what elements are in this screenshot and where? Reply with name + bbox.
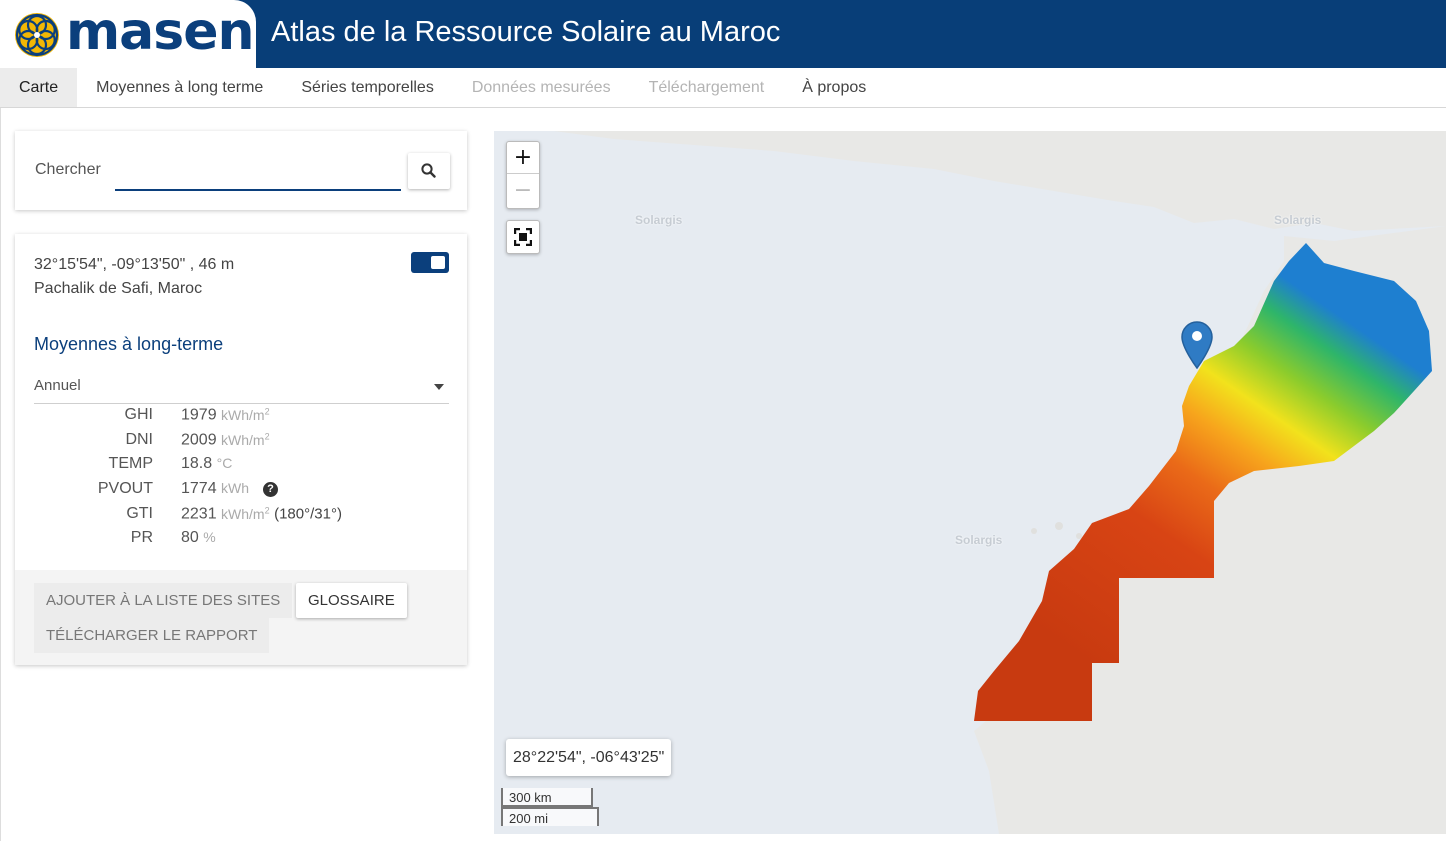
metric-unit: °C bbox=[216, 455, 233, 471]
tab-a-propos[interactable]: À propos bbox=[783, 68, 885, 107]
metric-value-wrap: 1979 kWh/m2 bbox=[181, 406, 270, 425]
site-place-name: Pachalik de Safi, Maroc bbox=[34, 280, 203, 297]
unit-sup: 2 bbox=[264, 406, 270, 416]
metric-label: PVOUT bbox=[97, 480, 153, 497]
metric-unit: kWh/m2 bbox=[221, 406, 270, 423]
map-pin-icon bbox=[1181, 321, 1213, 370]
metric-value: 1774 bbox=[181, 480, 217, 497]
metric-unit: kWh bbox=[221, 480, 250, 496]
metric-row-dni: DNI 2009 kWh/m2 bbox=[15, 431, 467, 455]
search-input[interactable] bbox=[115, 153, 401, 191]
unit-sup: 2 bbox=[264, 505, 270, 515]
site-info-card: 32°15'54", -09°13'50" , 46 m Pachalik de… bbox=[15, 234, 467, 665]
metric-value: 1979 bbox=[181, 406, 217, 424]
glossary-button[interactable]: GLOSSAIRE bbox=[296, 583, 407, 618]
metric-value: 2231 bbox=[181, 505, 217, 523]
scale-bar-km: 300 km bbox=[501, 788, 593, 807]
zoom-control: + − bbox=[506, 141, 540, 209]
map-watermark: Solargis bbox=[635, 213, 683, 227]
metric-label: PR bbox=[130, 529, 153, 546]
metric-value-wrap: 18.8 °C bbox=[181, 455, 232, 473]
search-button[interactable] bbox=[408, 153, 450, 189]
metric-row-temp: TEMP 18.8 °C bbox=[15, 455, 467, 479]
site-toggle[interactable] bbox=[411, 252, 449, 273]
island bbox=[1076, 533, 1082, 539]
fullscreen-icon bbox=[514, 228, 532, 246]
unit-sup: 2 bbox=[264, 431, 270, 441]
metric-value-wrap: 80 % bbox=[181, 529, 216, 547]
add-to-site-list-button[interactable]: AJOUTER À LA LISTE DES SITES bbox=[34, 583, 293, 618]
metric-value: 18.8 bbox=[181, 455, 213, 472]
metric-row-ghi: GHI 1979 kWh/m2 bbox=[15, 406, 467, 430]
tab-donnees-mesurees: Données mesurées bbox=[471, 79, 611, 96]
metric-unit: % bbox=[203, 529, 216, 545]
island bbox=[1055, 522, 1063, 530]
unit-text: kWh/m bbox=[221, 431, 265, 448]
island bbox=[1031, 528, 1037, 534]
search-icon bbox=[421, 163, 436, 178]
site-coordinates: 32°15'54", -09°13'50" , 46 m bbox=[34, 256, 235, 273]
metric-value-wrap: 2009 kWh/m2 bbox=[181, 431, 270, 450]
zoom-in-button[interactable]: + bbox=[507, 142, 539, 174]
metric-unit: kWh/m2 bbox=[221, 505, 270, 522]
map-watermark: Solargis bbox=[955, 533, 1003, 547]
map-watermark: Solargis bbox=[1274, 213, 1322, 227]
map-location-marker[interactable] bbox=[1181, 321, 1213, 374]
help-icon[interactable]: ? bbox=[263, 482, 279, 497]
metric-value: 80 bbox=[181, 529, 199, 546]
map-basemap bbox=[554, 131, 1446, 834]
masen-logo[interactable]: masen bbox=[0, 0, 256, 68]
download-report-button[interactable]: TÉLÉCHARGER LE RAPPORT bbox=[34, 618, 270, 653]
page-title: Atlas de la Ressource Solaire au Maroc bbox=[271, 16, 781, 48]
metric-unit: kWh/m2 bbox=[221, 431, 270, 448]
page-border bbox=[0, 108, 1, 841]
tab-carte[interactable]: Carte bbox=[0, 68, 78, 107]
metric-label: DNI bbox=[125, 431, 153, 448]
cursor-coordinates: 28°22'54", -06°43'25" bbox=[506, 739, 672, 776]
tab-series[interactable]: Séries temporelles bbox=[282, 68, 453, 107]
scale-bar-mi: 200 mi bbox=[501, 807, 599, 826]
metric-row-gti: GTI 2231 kWh/m2 (180°/31°) bbox=[15, 505, 467, 529]
tab-moyennes[interactable]: Moyennes à long terme bbox=[77, 68, 282, 107]
metric-row-pr: PR 80 % bbox=[15, 529, 467, 553]
app-header: masen Atlas de la Ressource Solaire au M… bbox=[0, 0, 1446, 68]
search-label: Chercher bbox=[35, 161, 101, 178]
metric-value: 2009 bbox=[181, 431, 217, 449]
metric-value-wrap: 2231 kWh/m2 (180°/31°) bbox=[181, 505, 342, 524]
metric-extra: (180°/31°) bbox=[274, 505, 342, 523]
period-select[interactable]: Annuel bbox=[34, 370, 449, 404]
unit-text: kWh/m bbox=[221, 505, 265, 522]
solar-map[interactable]: Solargis Solargis Solargis + − 28°22'54"… bbox=[494, 131, 1446, 834]
card-actions: AJOUTER À LA LISTE DES SITES GLOSSAIRE T… bbox=[15, 570, 467, 665]
zoom-out-button[interactable]: − bbox=[507, 175, 539, 207]
search-card: Chercher bbox=[15, 131, 467, 210]
metric-value-wrap: 1774 kWh? bbox=[181, 480, 279, 498]
logo-wordmark: masen bbox=[66, 2, 255, 62]
unit-text: kWh/m bbox=[221, 406, 265, 423]
masen-logo-icon bbox=[15, 13, 59, 57]
metric-label: GHI bbox=[124, 406, 153, 423]
period-select-value: Annuel bbox=[34, 377, 81, 394]
metric-row-pvout: PVOUT 1774 kWh? bbox=[15, 480, 467, 504]
tab-telechargement: Téléchargement bbox=[648, 79, 765, 96]
fullscreen-button[interactable] bbox=[506, 220, 540, 254]
main-nav: Carte Moyennes à long terme Séries tempo… bbox=[0, 68, 1446, 108]
metric-label: TEMP bbox=[108, 455, 153, 472]
section-title: Moyennes à long-terme bbox=[34, 334, 224, 354]
caret-down-icon bbox=[434, 384, 444, 390]
metric-label: GTI bbox=[126, 505, 153, 522]
